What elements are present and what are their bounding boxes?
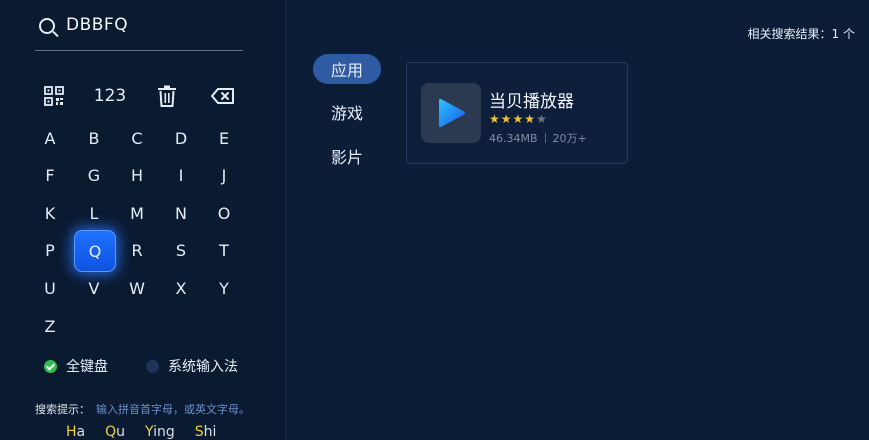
hint-text: 输入拼音首字母，或英文字母。 bbox=[96, 403, 250, 416]
pinyin-example: Ying bbox=[145, 424, 175, 440]
pinyin-example: Shi bbox=[194, 424, 217, 440]
key-a[interactable]: A bbox=[30, 118, 70, 158]
key-d[interactable]: D bbox=[161, 118, 201, 158]
app-meta: 46.34MB 20万+ bbox=[489, 130, 587, 146]
tab-games[interactable]: 游戏 bbox=[313, 97, 381, 127]
star-filled-icon: ★ bbox=[489, 112, 501, 126]
key-q[interactable]: Q bbox=[74, 230, 116, 272]
pinyin-examples: Ha Qu Ying Shi bbox=[66, 424, 216, 440]
numeric-key[interactable]: 123 bbox=[90, 80, 130, 112]
key-e[interactable]: E bbox=[204, 118, 244, 158]
unchecked-radio-icon bbox=[146, 359, 159, 373]
keyboard-panel: DBBFQ 123 全键盘 系统输入法 搜索提示： 输入拼音首字母，或英文字母。… bbox=[0, 0, 286, 440]
key-u[interactable]: U bbox=[30, 268, 70, 308]
search-query: DBBFQ bbox=[66, 15, 129, 35]
search-icon bbox=[39, 18, 55, 34]
star-filled-icon: ★ bbox=[512, 112, 525, 126]
key-o[interactable]: O bbox=[204, 193, 244, 233]
results-panel: 相关搜索结果：1 个 应用 游戏 影片 当贝播放器 ★★★★★ 46.34MB … bbox=[286, 0, 869, 440]
pinyin-example: Qu bbox=[105, 424, 126, 440]
key-l[interactable]: L bbox=[74, 193, 114, 233]
system-ime-option[interactable]: 系统输入法 bbox=[146, 356, 238, 376]
key-v[interactable]: V bbox=[74, 268, 114, 308]
app-icon bbox=[421, 83, 481, 143]
app-card[interactable]: 当贝播放器 ★★★★★ 46.34MB 20万+ bbox=[406, 62, 628, 164]
pinyin-example: Ha bbox=[66, 424, 86, 440]
key-r[interactable]: R bbox=[117, 230, 157, 270]
search-bar[interactable]: DBBFQ bbox=[35, 14, 243, 51]
backspace-icon bbox=[211, 88, 234, 104]
clear-key[interactable] bbox=[147, 80, 187, 112]
key-z[interactable]: Z bbox=[30, 306, 70, 346]
meta-divider bbox=[544, 133, 546, 143]
key-g[interactable]: G bbox=[74, 155, 114, 195]
key-m[interactable]: M bbox=[117, 193, 157, 233]
full-keyboard-label: 全键盘 bbox=[66, 359, 108, 375]
tab-apps[interactable]: 应用 bbox=[313, 54, 381, 84]
app-downloads: 20万+ bbox=[552, 132, 587, 145]
key-f[interactable]: F bbox=[30, 155, 70, 195]
system-ime-label: 系统输入法 bbox=[168, 359, 238, 375]
key-c[interactable]: C bbox=[117, 118, 157, 158]
key-p[interactable]: P bbox=[30, 230, 70, 270]
qr-code-icon bbox=[44, 86, 64, 106]
app-rating: ★★★★★ bbox=[489, 112, 548, 126]
key-x[interactable]: X bbox=[161, 268, 201, 308]
app-name: 当贝播放器 bbox=[489, 92, 574, 112]
trash-icon bbox=[158, 85, 176, 107]
key-h[interactable]: H bbox=[117, 155, 157, 195]
key-w[interactable]: W bbox=[117, 268, 157, 308]
key-i[interactable]: I bbox=[161, 155, 201, 195]
key-k[interactable]: K bbox=[30, 193, 70, 233]
search-hint: 搜索提示： 输入拼音首字母，或英文字母。 bbox=[35, 401, 250, 417]
star-empty-icon: ★ bbox=[536, 112, 548, 126]
full-keyboard-option[interactable]: 全键盘 bbox=[44, 356, 108, 376]
star-filled-icon: ★ bbox=[524, 112, 537, 126]
key-j[interactable]: J bbox=[204, 155, 244, 195]
app-size: 46.34MB bbox=[489, 131, 538, 145]
key-b[interactable]: B bbox=[74, 118, 114, 158]
key-n[interactable]: N bbox=[161, 193, 201, 233]
star-filled-icon: ★ bbox=[500, 112, 513, 126]
play-icon bbox=[439, 98, 465, 128]
backspace-key[interactable] bbox=[203, 80, 243, 112]
key-s[interactable]: S bbox=[161, 230, 201, 270]
key-t[interactable]: T bbox=[204, 230, 244, 270]
hint-label: 搜索提示： bbox=[35, 403, 90, 416]
qr-code-key[interactable] bbox=[34, 80, 74, 112]
checked-radio-icon bbox=[44, 359, 57, 373]
result-count: 相关搜索结果：1 个 bbox=[747, 27, 855, 41]
key-y[interactable]: Y bbox=[204, 268, 244, 308]
tab-movies[interactable]: 影片 bbox=[313, 141, 381, 171]
